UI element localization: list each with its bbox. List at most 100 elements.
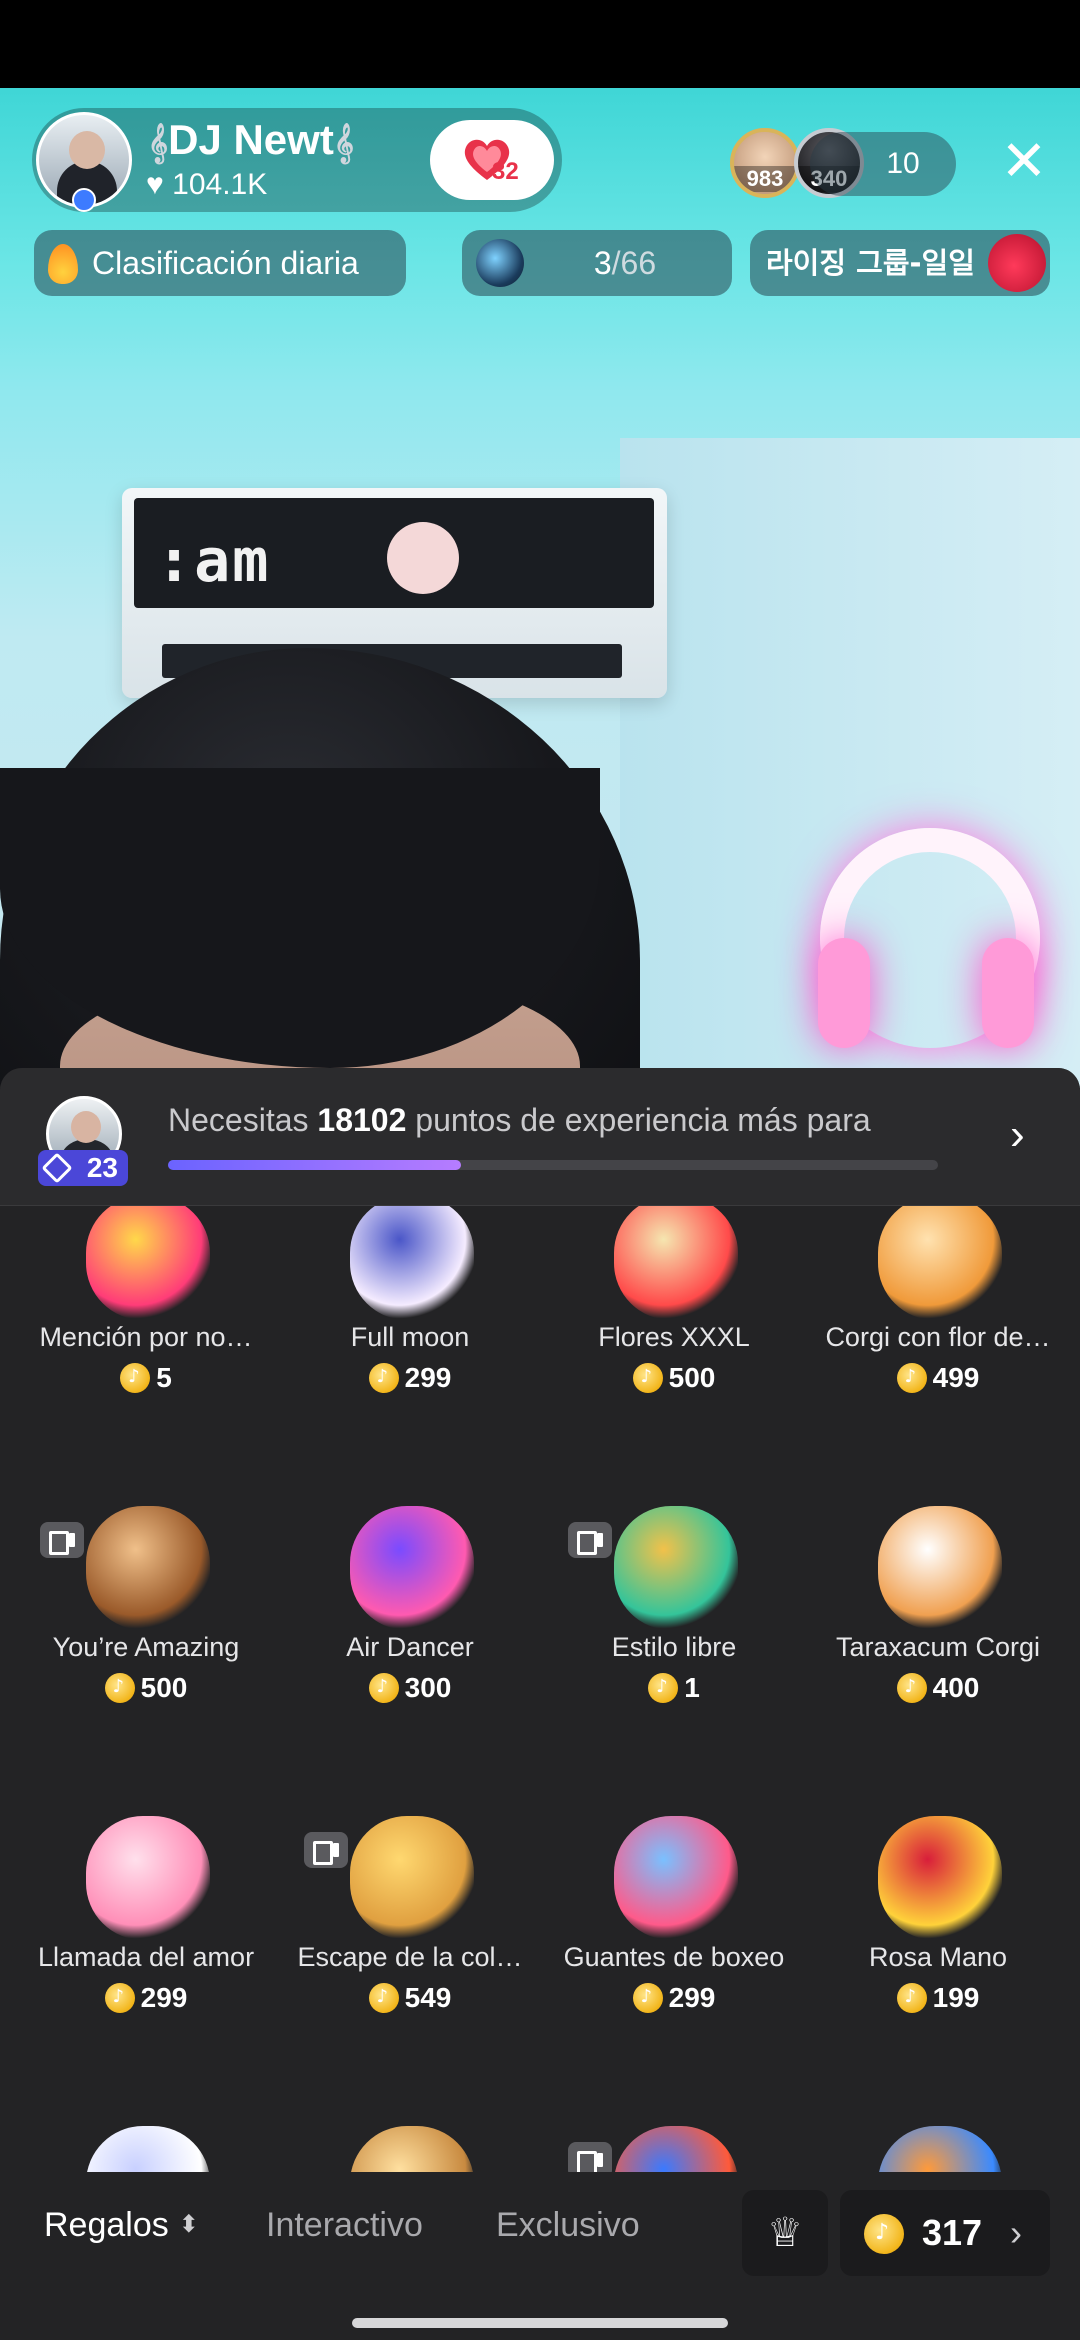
chevron-right-icon[interactable]: › [1010,1110,1025,1160]
tab-regalos[interactable]: Regalos ⬍ [44,2206,199,2245]
host-name: DJ Newt [168,116,334,163]
gift-item[interactable]: You’re Amazing 500 [14,1472,278,1772]
coin-icon [120,1363,151,1393]
gift-item[interactable]: Llamada del amor 299 [14,1782,278,2082]
coin-icon [104,1983,135,2013]
gift-name: Flores XXXL [598,1322,750,1352]
coin-icon [632,1363,663,1393]
tab-interactivo[interactable]: Interactivo [266,2206,423,2245]
mention-icon [86,1206,210,1320]
gift-item[interactable]: Escape de la col… 549 [278,1782,542,2082]
host-likes-row: ♥ 104.1K [146,168,267,202]
coin-icon [896,1983,927,2013]
gift-name: You’re Amazing [52,1632,240,1662]
level-progress-track [168,1160,938,1170]
chevron-right-icon: › [1010,2212,1022,2253]
gift-item[interactable]: Flores XXXL 500 [542,1206,806,1462]
flowers-icon [614,1206,738,1320]
gift-price-value: 5 [156,1362,172,1393]
level-progress-fill [168,1160,461,1170]
coin-icon [864,2214,904,2254]
gift-price: 300 [278,1672,542,1704]
gift-price: 299 [278,1362,542,1394]
level-badge: 23 [38,1150,128,1186]
match-chip[interactable]: 3/66 [462,230,732,296]
level-banner[interactable]: 23 Necesitas 18102 puntos de experiencia… [0,1068,1080,1206]
gift-price: 549 [278,1982,542,2014]
gift-name: Estilo libre [611,1632,737,1662]
gift-name: Mención por no… [39,1322,253,1352]
coin-icon [896,1363,927,1393]
gift-item[interactable]: Air Dancer 300 [278,1472,542,1772]
helmet-icon [476,239,524,287]
coin-icon [368,1983,399,2013]
corgi-dandelion-icon [878,1506,1002,1630]
gift-name: Llamada del amor [37,1942,255,1972]
gift-panel: 23 Necesitas 18102 puntos de experiencia… [0,1068,1080,2340]
gift-price-value: 499 [932,1362,980,1393]
daily-ranking-chip[interactable]: Clasificación diaria [34,230,406,296]
coin-icon [368,1363,399,1393]
corgi-icon [878,1206,1002,1320]
gift-name: Full moon [350,1322,470,1352]
daily-ranking-label: Clasificación diaria [92,245,359,281]
gift-name: Taraxacum Corgi [835,1632,1041,1662]
sort-icon: ⬍ [178,2211,199,2238]
gift-tab-bar: Regalos ⬍ Interactivo Exclusivo ♕ 317 › [0,2172,1080,2276]
led-panel-text: :am [156,526,271,596]
tab-exclusivo[interactable]: Exclusivo [496,2206,640,2245]
top-viewer-1-score: 983 [734,166,796,192]
level-number: 23 [86,1152,118,1183]
home-indicator [352,2318,728,2328]
gift-name: Guantes de boxeo [563,1942,785,1972]
coin-icon [648,1673,679,1703]
crown-icon[interactable]: ♕ [742,2190,828,2276]
music-note-icon: 𝄞 [333,124,354,162]
gift-price-value: 1 [684,1672,700,1703]
gift-price-value: 299 [404,1362,452,1393]
gift-price: 500 [542,1362,806,1394]
gift-name: Escape de la col… [297,1942,523,1972]
gift-item[interactable]: Corgi con flor de… 499 [806,1206,1070,1462]
host-verified-badge [72,188,96,212]
coin-icon [896,1673,927,1703]
host-likes: 104.1K [172,168,268,201]
gift-item[interactable]: Mención por no… 5 [14,1206,278,1462]
gift-item[interactable]: Full moon 299 [278,1206,542,1462]
gift-price-value: 299 [140,1982,188,2013]
gift-price-value: 300 [404,1672,452,1703]
gift-price: 5 [14,1362,278,1394]
video-badge-icon [40,1522,84,1558]
match-total: /66 [611,245,657,281]
gift-item[interactable]: Guantes de boxeo 299 [542,1782,806,2082]
coin-balance: 317 [922,2212,983,2253]
video-badge-icon [304,1832,348,1868]
gift-item[interactable]: Rosa Mano 199 [806,1782,1070,2082]
gift-item[interactable]: Estilo libre 1 [542,1472,806,1772]
air-dancer-icon [350,1506,474,1630]
follow-button[interactable]: 32 [430,120,554,200]
gift-price-value: 500 [140,1672,188,1703]
gift-price: 500 [14,1672,278,1704]
heart-icon: ♥ [146,168,164,201]
gift-price-value: 549 [404,1982,452,2013]
gift-name: Air Dancer [346,1632,474,1662]
close-icon[interactable]: ✕ [994,126,1054,196]
gift-price: 299 [542,1982,806,2014]
level-message: Necesitas 18102 puntos de experiencia má… [168,1102,938,1139]
neon-headphone-right [982,938,1034,1048]
gift-name: Corgi con flor de… [825,1322,1051,1352]
gift-price: 400 [806,1672,1070,1704]
phone-icon [86,1816,210,1940]
rising-group-chip[interactable]: 라이징 그룹-일일 [750,230,1050,296]
viewer-count[interactable]: 10 [810,132,956,196]
host-name-row: 𝄞DJ Newt𝄞 [148,116,354,164]
flame-icon [48,244,78,284]
top-viewer-1[interactable]: 983 [730,128,800,198]
diamond-icon [41,1152,73,1184]
coin-balance-button[interactable]: 317 › [840,2190,1050,2276]
level-points: 18102 [317,1102,407,1138]
gift-price: 499 [806,1362,1070,1394]
follow-count: 32 [492,158,519,185]
gift-item[interactable]: Taraxacum Corgi 400 [806,1472,1070,1772]
